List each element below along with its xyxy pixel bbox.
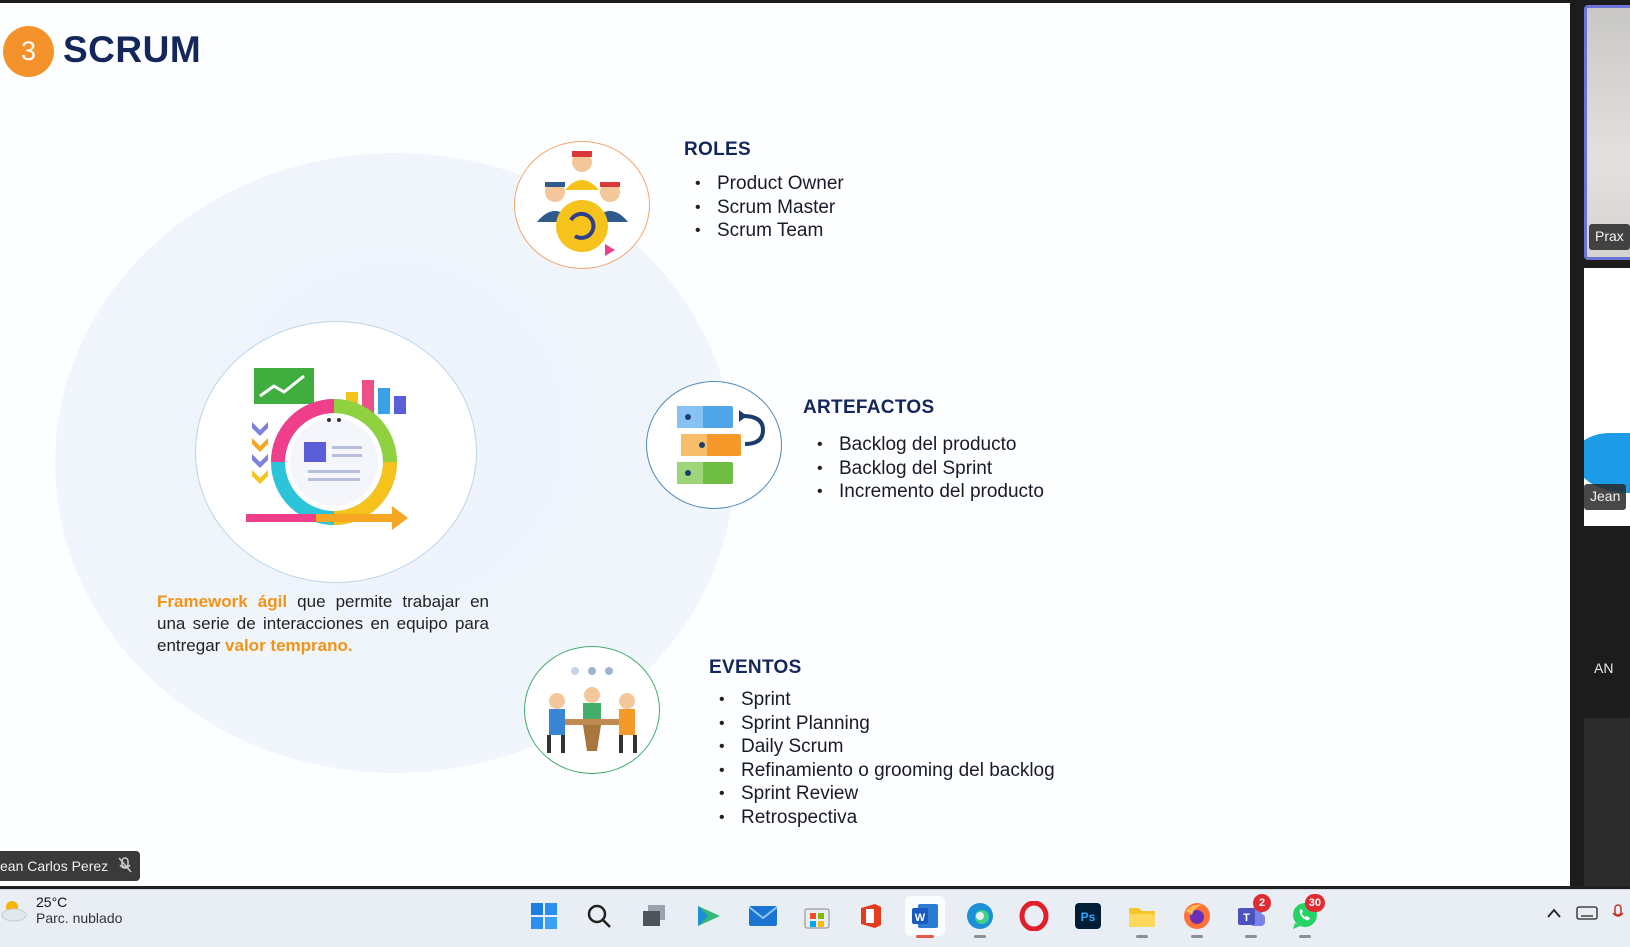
office-app[interactable] [851,896,891,936]
teams-app[interactable]: T 2 [1231,894,1271,938]
app-generic[interactable] [688,896,728,936]
list-item: Retrospectiva [716,806,1055,830]
chevron-up-icon[interactable] [1546,907,1562,919]
svg-text:W: W [915,912,926,924]
microphone-icon[interactable] [1612,904,1624,922]
presenter-name-chip: ean Carlos Perez [0,851,141,881]
svg-text:T: T [1243,912,1250,924]
roles-heading: ROLES [684,139,751,160]
presentation-slide: 3 SCRUM ROLES • Product Owner • Scrum Ma… [0,0,1570,886]
roles-list: Product Owner Scrum Master Scrum Team [692,172,844,243]
list-item: Scrum Master [692,196,844,220]
photoshop-icon: Ps [1075,903,1101,929]
eventos-list: Sprint Sprint Planning Daily Scrum Refin… [716,688,1055,829]
folder-icon [1129,908,1155,927]
running-indicator [1191,935,1203,938]
office-icon [861,904,881,928]
weather-temp: 25°C [36,894,68,910]
framework-description: Framework ágil que permite trabajar en u… [157,591,489,657]
presenter-name: ean Carlos Perez [0,858,109,874]
artefactos-list: Backlog del producto Backlog del Sprint … [814,433,1044,504]
system-tray [1546,904,1630,922]
backlog-stack-icon [677,406,766,484]
participant-tile[interactable]: AN [1584,540,1630,710]
file-explorer-app[interactable] [1122,896,1162,938]
partly-cloudy-icon [1,901,27,922]
svg-text:Ps: Ps [1081,910,1096,924]
start-button[interactable] [524,896,564,936]
participant-name: Prax [1589,224,1630,250]
slide-title: SCRUM [63,29,202,70]
windows-icon [531,903,557,929]
list-item: Sprint Review [716,782,1055,806]
description-highlight: valor temprano. [225,636,353,655]
eventos-heading: EVENTOS [709,657,802,678]
description-highlight: Framework ágil [157,592,288,611]
edge-app[interactable] [960,896,1000,938]
list-item: Sprint [716,688,1055,712]
mail-icon [748,906,778,926]
running-indicator [974,935,986,938]
framework-illustration [195,321,477,583]
screen: 3 SCRUM ROLES • Product Owner • Scrum Ma… [0,0,1630,947]
list-item: Backlog del producto [814,433,1044,457]
play-icon [698,906,720,926]
opera-app[interactable] [1014,896,1054,936]
artefactos-illustration [646,381,782,509]
photoshop-app[interactable]: Ps [1068,896,1108,936]
participant-name: AN [1594,660,1614,676]
participants-panel: Prax Jean AN [1570,0,1630,886]
participant-tile[interactable]: Jean [1584,268,1630,526]
edge-icon [967,903,993,929]
active-indicator [916,935,934,938]
running-indicator [1136,935,1148,938]
running-indicator [1299,935,1311,938]
keyboard-icon[interactable] [1576,906,1598,920]
taskbar: 25°C Parc. nublado W Ps T 2 30 [0,889,1630,947]
weather-condition: Parc. nublado [36,910,123,926]
participant-tile[interactable]: Prax [1584,5,1630,260]
team-meeting-icon [547,667,637,753]
mail-app[interactable] [743,896,783,936]
task-view-button[interactable] [634,896,674,936]
opera-icon [1019,901,1049,931]
list-item: Backlog del Sprint [814,457,1044,481]
participant-name: Jean [1584,484,1627,510]
slide-number-badge: 3 [3,26,54,77]
participant-tile[interactable] [1584,718,1630,886]
task-view-icon [643,905,665,926]
firefox-icon [1184,903,1210,929]
running-indicator [1245,935,1257,938]
list-item: Product Owner [692,172,844,196]
firefox-app[interactable] [1177,896,1217,938]
agile-cycle-icon [246,368,408,530]
notification-badge: 2 [1253,894,1271,912]
eventos-illustration [524,646,660,774]
search-button[interactable] [579,896,619,936]
search-icon [587,904,611,928]
word-icon: W [912,904,938,928]
store-icon [804,908,830,929]
team-roles-icon [537,151,628,256]
list-item: Scrum Team [692,219,844,243]
notification-badge: 30 [1304,894,1325,912]
list-item: Refinamiento o grooming del backlog [716,759,1055,783]
weather-widget[interactable]: 25°C Parc. nublado [0,894,122,926]
list-item: Incremento del producto [814,480,1044,504]
list-item: Daily Scrum [716,735,1055,759]
artefactos-heading: ARTEFACTOS [803,397,935,418]
mic-off-icon [118,856,132,876]
whatsapp-app[interactable]: 30 [1285,894,1325,938]
roles-illustration [514,141,650,269]
list-item: Sprint Planning [716,712,1055,736]
store-app[interactable] [797,896,837,936]
word-app[interactable]: W [905,896,945,938]
